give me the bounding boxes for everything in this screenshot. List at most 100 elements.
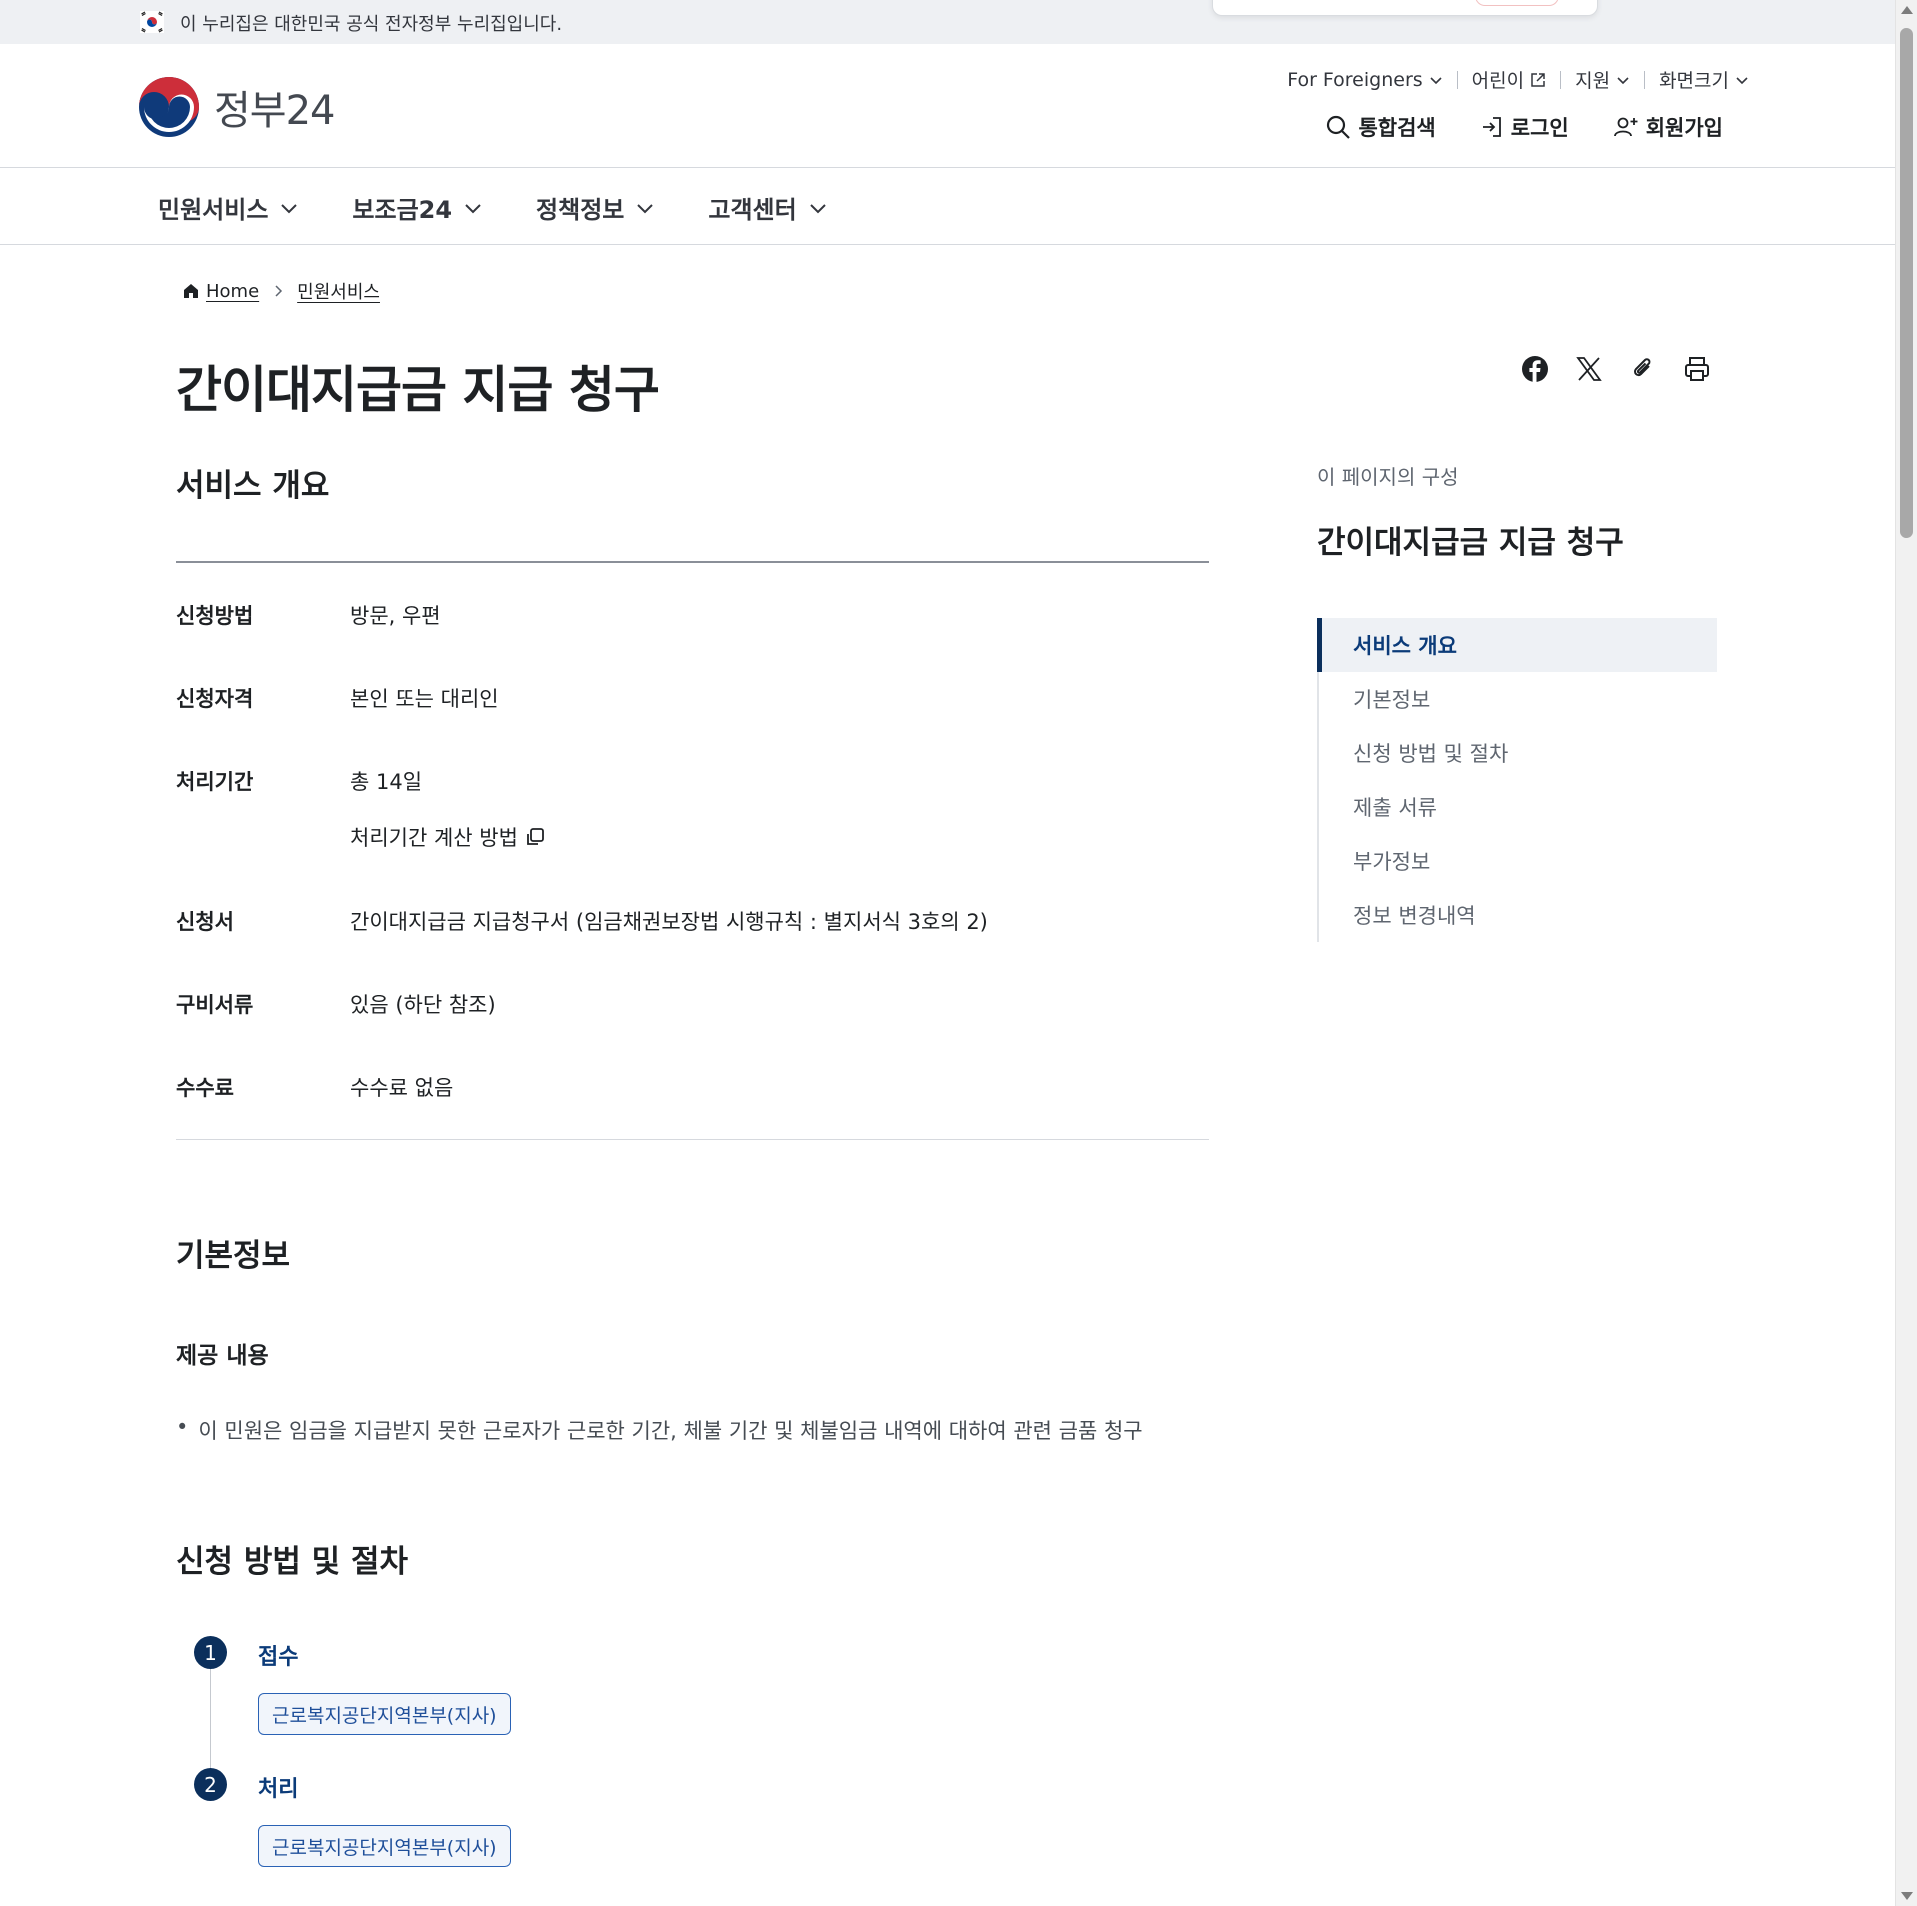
- overview-bottom-divider: [176, 1139, 1209, 1140]
- util-screen-size[interactable]: 화면크기: [1645, 66, 1749, 93]
- print-icon: [1685, 357, 1709, 381]
- row-value: 본인 또는 대리인: [350, 687, 499, 711]
- basic-info-heading: 기본정보: [176, 1238, 291, 1274]
- toc-list: 서비스 개요 기본정보 신청 방법 및 절차 제출 서류 부가정보 정보 변경내…: [1317, 618, 1717, 942]
- list-item: • 이 민원은 임금을 지급받지 못한 근로자가 근로한 기간, 체불 기간 및…: [176, 1415, 1143, 1445]
- gov-banner: 이 누리집은 대한민국 공식 전자정부 누리집입니다.: [0, 0, 1895, 44]
- toc-item-additional-info[interactable]: 부가정보: [1319, 834, 1717, 888]
- toc-title: 간이대지급금 지급 청구: [1317, 525, 1624, 561]
- logo-text: 정부24: [214, 88, 335, 134]
- home-icon: [184, 284, 198, 298]
- signup-label: 회원가입: [1645, 116, 1723, 140]
- gnb-item-label: 보조금24: [352, 196, 453, 224]
- util-label: 화면크기: [1659, 70, 1729, 92]
- gnb-item-subsidy24[interactable]: 보조금24: [352, 190, 482, 225]
- step-number: 1: [194, 1636, 227, 1669]
- facebook-icon: [1522, 356, 1548, 382]
- gnb-item-label: 정책정보: [536, 196, 625, 224]
- search-icon: [1327, 115, 1351, 139]
- scroll-down-arrow-icon[interactable]: [1901, 1892, 1913, 1900]
- chevron-down-icon: [637, 203, 654, 213]
- gnb-menu: 민원서비스 보조금24 정책정보 고객센터: [158, 190, 827, 225]
- facebook-share-button[interactable]: [1520, 354, 1550, 384]
- row-value: 방문, 우편: [350, 604, 441, 628]
- util-label: 지원: [1575, 70, 1611, 92]
- util-label: For Foreigners: [1287, 68, 1423, 91]
- chevron-down-icon: [1736, 76, 1748, 84]
- row-label: 신청자격: [176, 687, 254, 711]
- page-title: 간이대지급금 지급 청구: [176, 361, 660, 419]
- login-icon: [1482, 117, 1501, 137]
- row-value: 총 14일: [350, 770, 423, 794]
- chevron-down-icon: [465, 203, 481, 213]
- bullet-dot: •: [176, 1415, 189, 1439]
- copy-popup-icon: [527, 828, 544, 845]
- row-value: 있음 (하단 참조): [350, 993, 496, 1017]
- step-org-chip: 근로복지공단지역본부(지사): [258, 1825, 511, 1867]
- provision-subheading: 제공 내용: [176, 1343, 269, 1369]
- site-header: 정부24 For Foreigners 어린이 지원 화면크기 통합검색 로그인…: [0, 44, 1895, 168]
- popup-edge: [1212, 0, 1598, 16]
- print-button[interactable]: [1682, 354, 1712, 384]
- toc-item-procedure[interactable]: 신청 방법 및 절차: [1319, 726, 1717, 780]
- chevron-right-icon: [275, 285, 283, 297]
- toc-caption: 이 페이지의 구성: [1317, 465, 1459, 489]
- toc-item-overview[interactable]: 서비스 개요: [1317, 618, 1717, 672]
- overview-heading: 서비스 개요: [176, 468, 330, 504]
- global-nav: 민원서비스 보조금24 정책정보 고객센터: [0, 168, 1895, 245]
- copy-link-button[interactable]: [1628, 354, 1658, 384]
- step-number: 2: [194, 1768, 227, 1801]
- gnb-item-label: 고객센터: [708, 196, 797, 224]
- breadcrumb-home[interactable]: Home: [206, 281, 259, 302]
- row-label: 신청방법: [176, 604, 254, 628]
- page-scrollbar[interactable]: [1895, 0, 1917, 1906]
- row-label: 수수료: [176, 1076, 234, 1100]
- processing-period-calc-label: 처리기간 계산 방법: [350, 826, 518, 850]
- login-button[interactable]: 로그인: [1480, 112, 1569, 142]
- header-actions: 통합검색 로그인 회원가입: [1325, 112, 1723, 142]
- overview-top-divider: [176, 561, 1209, 563]
- breadcrumb-current[interactable]: 민원서비스: [297, 278, 380, 304]
- util-label: 어린이: [1471, 70, 1525, 92]
- step-title: 처리: [258, 1777, 299, 1802]
- gnb-item-policy-info[interactable]: 정책정보: [536, 190, 654, 225]
- row-label: 처리기간: [176, 770, 254, 794]
- share-tools: [1520, 354, 1712, 384]
- login-label: 로그인: [1510, 116, 1569, 140]
- gnb-item-label: 민원서비스: [158, 196, 269, 224]
- toc-item-change-history[interactable]: 정보 변경내역: [1319, 888, 1717, 942]
- toc-item-basic-info[interactable]: 기본정보: [1319, 672, 1717, 726]
- step-org-chip: 근로복지공단지역본부(지사): [258, 1693, 511, 1735]
- util-support[interactable]: 지원: [1561, 66, 1644, 93]
- util-kids[interactable]: 어린이: [1458, 66, 1560, 93]
- search-button[interactable]: 통합검색: [1325, 112, 1436, 142]
- user-add-icon: [1613, 117, 1638, 137]
- paperclip-icon: [1634, 358, 1651, 377]
- external-link-icon: [1531, 72, 1545, 87]
- chevron-down-icon: [1617, 76, 1629, 84]
- utility-nav: For Foreigners 어린이 지원 화면크기: [1273, 66, 1749, 93]
- breadcrumb: Home 민원서비스: [182, 278, 380, 304]
- x-icon: [1576, 357, 1602, 381]
- provision-text: 이 민원은 임금을 지급받지 못한 근로자가 근로한 기간, 체불 기간 및 체…: [198, 1419, 1143, 1443]
- scrollbar-thumb[interactable]: [1900, 28, 1913, 538]
- site-logo[interactable]: 정부24: [138, 76, 335, 138]
- gnb-item-civil-service[interactable]: 민원서비스: [158, 190, 298, 225]
- korea-flag-icon: [140, 11, 164, 33]
- signup-button[interactable]: 회원가입: [1613, 112, 1723, 142]
- gnb-item-customer-center[interactable]: 고객센터: [708, 190, 826, 225]
- toc-item-documents[interactable]: 제출 서류: [1319, 780, 1717, 834]
- row-value: 간이대지급금 지급청구서 (임금채권보장법 시행규칙 : 별지서식 3호의 2): [350, 910, 988, 934]
- chevron-down-icon: [281, 203, 298, 213]
- row-label: 신청서: [176, 910, 234, 934]
- chevron-down-icon: [1430, 76, 1442, 84]
- processing-period-calc-link[interactable]: 처리기간 계산 방법: [350, 822, 546, 852]
- government-emblem-icon: [139, 77, 199, 137]
- util-for-foreigners[interactable]: For Foreigners: [1273, 69, 1456, 91]
- row-label: 구비서류: [176, 993, 254, 1017]
- step-title: 접수: [258, 1645, 299, 1670]
- scroll-up-arrow-icon[interactable]: [1901, 6, 1913, 14]
- chevron-down-icon: [809, 203, 826, 213]
- x-share-button[interactable]: [1574, 354, 1604, 384]
- gov-banner-text: 이 누리집은 대한민국 공식 전자정부 누리집입니다.: [180, 14, 563, 35]
